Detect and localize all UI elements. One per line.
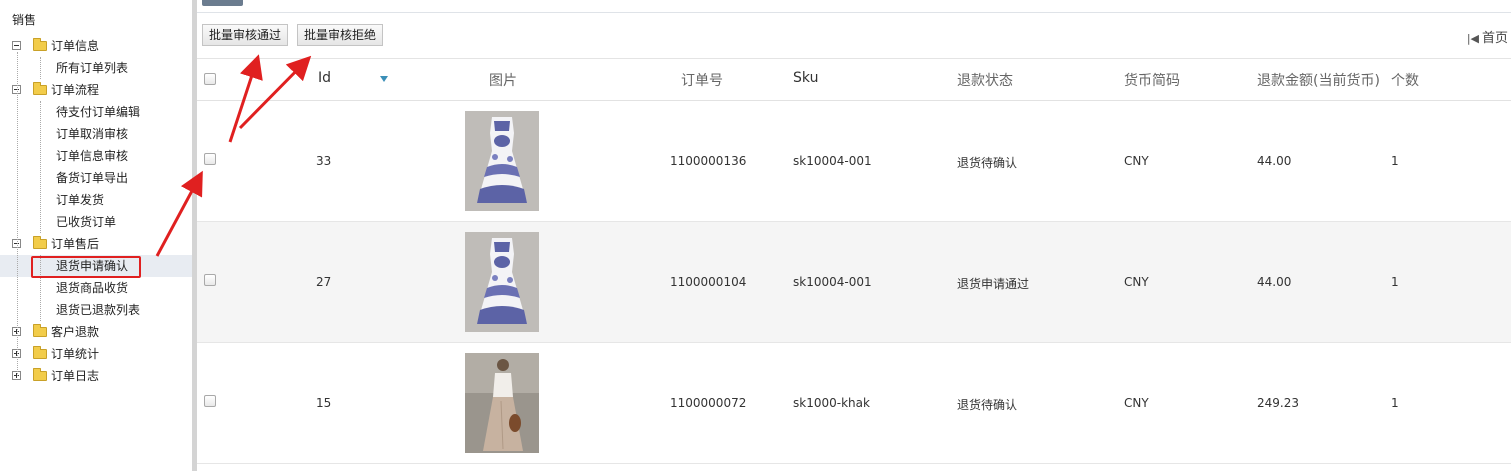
cell-refund-amount: 44.00	[1257, 275, 1292, 289]
folder-icon	[33, 346, 47, 359]
cell-order-no: 1100000104	[670, 275, 747, 289]
tree-item-stock-export[interactable]: 备货订单导出	[0, 167, 192, 189]
tree-group-after-sales[interactable]: 订单售后	[0, 233, 192, 255]
folder-icon	[33, 324, 47, 337]
tree-item-label: 备货订单导出	[56, 171, 129, 185]
column-header-qty: 个数	[1391, 73, 1419, 89]
dress-image-icon	[465, 232, 539, 332]
cell-refund-amount: 44.00	[1257, 154, 1292, 168]
dress-image-icon	[465, 353, 539, 453]
first-page-icon: |◀	[1466, 32, 1479, 45]
row-checkbox[interactable]	[204, 274, 216, 286]
tree-group-label: 客户退款	[51, 325, 100, 339]
top-tab-strip[interactable]	[202, 0, 243, 6]
first-page-label: 首页	[1481, 31, 1508, 46]
tree-group-order-stats[interactable]: 订单统计	[0, 343, 192, 365]
cell-order-no: 1100000136	[670, 154, 747, 168]
tree-item-label: 订单取消审核	[56, 127, 129, 141]
tree-item-cancel-review[interactable]: 订单取消审核	[0, 123, 192, 145]
collapse-toggle-icon[interactable]	[12, 41, 21, 50]
cell-refund-amount: 249.23	[1257, 396, 1299, 410]
cell-order-no: 1100000072	[670, 396, 747, 410]
sidebar-title: 销售	[12, 13, 37, 27]
column-header-currency: 货币简码	[1124, 73, 1180, 89]
tree-connector	[17, 52, 18, 376]
tree-item-label: 待支付订单编辑	[56, 105, 141, 119]
batch-reject-button[interactable]: 批量审核拒绝	[297, 24, 384, 46]
folder-icon	[33, 38, 47, 51]
cell-id: 27	[316, 275, 332, 289]
cell-currency: CNY	[1124, 396, 1149, 410]
divider	[197, 58, 1511, 59]
product-thumbnail[interactable]	[465, 353, 539, 453]
table-row[interactable]: 33 1100000136 sk10004-001 退货待确认 CNY 44.0…	[197, 101, 1511, 222]
tree-item-return-receive[interactable]: 退货商品收货	[0, 277, 192, 299]
tree-group-label: 订单统计	[51, 347, 100, 361]
cell-refund-status: 退货待确认	[957, 398, 1018, 412]
row-checkbox[interactable]	[204, 395, 216, 407]
product-thumbnail[interactable]	[465, 111, 539, 211]
tree-item-info-review[interactable]: 订单信息审核	[0, 145, 192, 167]
tree-item-label: 已收货订单	[56, 215, 117, 229]
tree-group-label: 订单流程	[51, 83, 100, 97]
cell-sku: sk10004-001	[793, 154, 872, 168]
table-row[interactable]: 27 1100000104 sk10004-001 退货申请通过 CNY 44.…	[197, 222, 1511, 343]
tree-item-label: 订单发货	[56, 193, 105, 207]
cell-id: 15	[316, 396, 332, 410]
tree-item-shipping[interactable]: 订单发货	[0, 189, 192, 211]
sort-desc-icon[interactable]	[380, 76, 388, 82]
cell-qty: 1	[1391, 275, 1399, 289]
table-row[interactable]: 15 1100000072 sk1000-khak 退货待确认 CNY 249.…	[197, 343, 1511, 464]
cell-refund-status: 退货待确认	[957, 156, 1018, 170]
tree-group-label: 订单售后	[51, 237, 100, 251]
column-header-refund-amount: 退款金额(当前货币)	[1257, 73, 1380, 89]
cell-qty: 1	[1391, 154, 1399, 168]
tree-group-customer-refund[interactable]: 客户退款	[0, 321, 192, 343]
tree-item-refunded-list[interactable]: 退货已退款列表	[0, 299, 192, 321]
column-header-order-no: 订单号	[681, 73, 723, 89]
tree-group-label: 订单日志	[51, 369, 100, 383]
dress-image-icon	[465, 111, 539, 211]
cell-currency: CNY	[1124, 154, 1149, 168]
cell-id: 33	[316, 154, 332, 168]
tree-item-label: 订单信息审核	[56, 149, 129, 163]
tree-group-order-info[interactable]: 订单信息	[0, 35, 192, 57]
tree-item-pending-payment[interactable]: 待支付订单编辑	[0, 101, 192, 123]
select-all-checkbox[interactable]	[204, 73, 216, 85]
tree-group-order-flow[interactable]: 订单流程	[0, 79, 192, 101]
row-checkbox[interactable]	[204, 153, 216, 165]
tree-connector	[40, 101, 41, 233]
tree-item-label: 退货已退款列表	[56, 303, 141, 317]
sidebar: 销售 订单信息 所有订单列表 订单流程 待支付订单编辑 订单取消审核 订单信息审…	[0, 0, 197, 471]
column-header-sku: Sku	[793, 70, 819, 86]
folder-icon	[33, 236, 47, 249]
tree-item-label: 所有订单列表	[56, 61, 129, 75]
main-content: 批量审核通过 批量审核拒绝 |◀ 首页 Id 图片 订单号 Sku 退款状态 货币…	[197, 0, 1511, 471]
product-thumbnail[interactable]	[465, 232, 539, 332]
batch-approve-button[interactable]: 批量审核通过	[202, 24, 289, 46]
tree-group-order-log[interactable]: 订单日志	[0, 365, 192, 387]
cell-sku: sk10004-001	[793, 275, 872, 289]
tree-item-received[interactable]: 已收货订单	[0, 211, 192, 233]
cell-sku: sk1000-khak	[793, 396, 870, 410]
divider	[197, 12, 1511, 13]
cell-qty: 1	[1391, 396, 1399, 410]
annotation-highlight-box	[31, 256, 141, 278]
column-header-image: 图片	[489, 73, 517, 89]
tree-item-label: 退货商品收货	[56, 281, 129, 295]
column-header-id[interactable]: Id	[318, 70, 331, 86]
cell-currency: CNY	[1124, 275, 1149, 289]
cell-refund-status: 退货申请通过	[957, 277, 1030, 291]
folder-icon	[33, 82, 47, 95]
column-header-refund-status: 退款状态	[957, 73, 1013, 89]
folder-icon	[33, 368, 47, 381]
tree-connector	[40, 57, 41, 79]
tree-group-label: 订单信息	[51, 39, 100, 53]
first-page-link[interactable]: |◀ 首页	[1467, 27, 1508, 46]
tree-item-all-orders[interactable]: 所有订单列表	[0, 57, 192, 79]
